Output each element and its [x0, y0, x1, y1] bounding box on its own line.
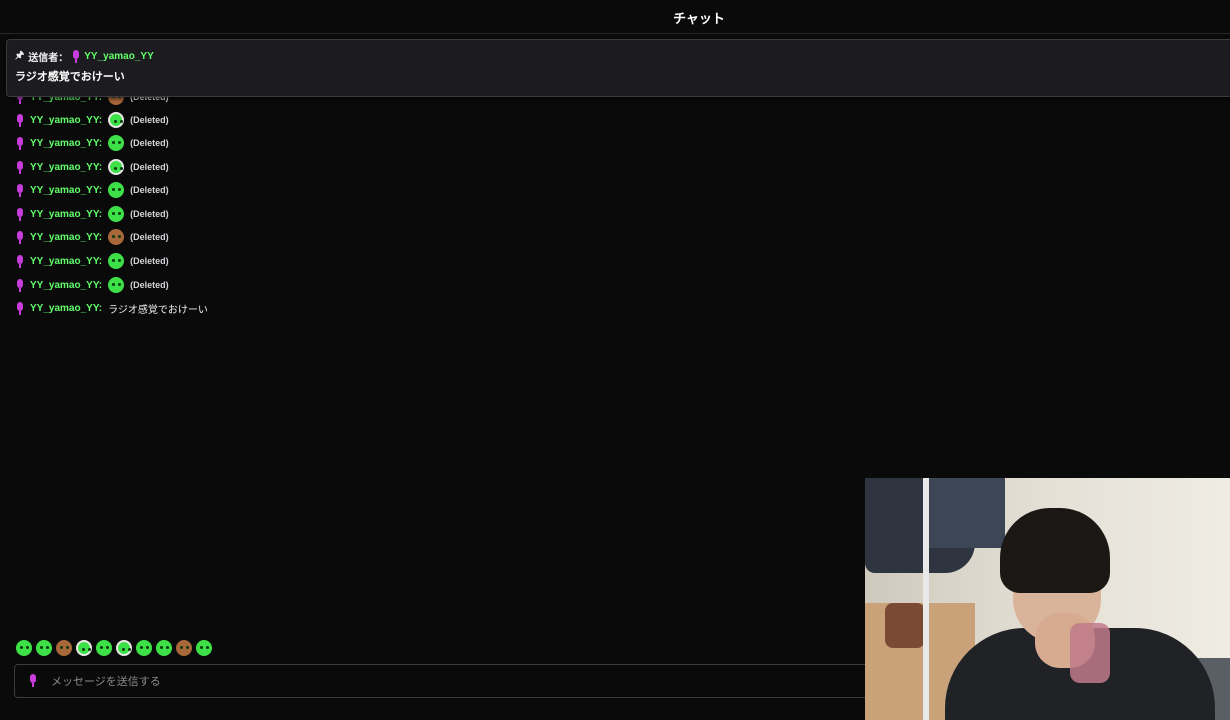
mic-icon	[16, 278, 24, 292]
webcam-jacket	[925, 478, 1005, 548]
mic-icon	[16, 113, 24, 127]
mic-icon[interactable]	[29, 674, 37, 687]
webcam-bag	[885, 603, 925, 648]
green-blob-emote-icon[interactable]	[16, 640, 32, 656]
chat-message: YY_yamao_YY: (Deleted)	[16, 204, 169, 224]
brown-emote-icon[interactable]	[56, 640, 72, 656]
chat-message: YY_yamao_YY: (Deleted)	[16, 227, 169, 247]
chat-message: YY_yamao_YY: (Deleted)	[16, 133, 169, 153]
mic-icon	[16, 207, 24, 221]
mic-icon	[72, 50, 80, 63]
mic-icon	[16, 254, 24, 268]
mic-icon	[16, 160, 24, 174]
green-blob-emote-icon	[108, 182, 125, 198]
mic-icon	[16, 230, 24, 244]
green-blob-emote-icon[interactable]	[156, 640, 172, 656]
chat-deleted-text: (Deleted)	[130, 138, 169, 148]
webcam-video	[865, 478, 1230, 720]
chat-username[interactable]: YY_yamao_YY:	[30, 115, 102, 126]
green-blob-emote-icon	[108, 277, 125, 293]
chat-username[interactable]: YY_yamao_YY:	[30, 303, 102, 314]
chat-message: YY_yamao_YY: (Deleted)	[16, 110, 169, 130]
chat-header: チャット	[0, 0, 1230, 34]
mic-icon	[16, 136, 24, 150]
chat-deleted-text: (Deleted)	[130, 232, 169, 242]
chat-input[interactable]	[51, 673, 831, 691]
pinned-header: 🖈 送信者： YY_yamao_YY	[15, 48, 154, 65]
green-blob-emote-icon[interactable]	[136, 640, 152, 656]
mic-icon	[16, 183, 24, 197]
chat-message-text: ラジオ感覚でおけーい	[108, 304, 208, 316]
chat-deleted-text: (Deleted)	[130, 280, 169, 290]
chat-message: YY_yamao_YY: (Deleted)	[16, 157, 169, 177]
chat-username[interactable]: YY_yamao_YY:	[30, 162, 102, 173]
pinned-message[interactable]: 🖈 送信者： YY_yamao_YY ラジオ感覚でおけーい	[6, 39, 1230, 97]
chat-username[interactable]: YY_yamao_YY:	[30, 256, 102, 267]
pinned-username[interactable]: YY_yamao_YY	[84, 51, 154, 62]
chat-deleted-text: (Deleted)	[130, 162, 169, 172]
chat-message: YY_yamao_YY: (Deleted)	[16, 251, 169, 271]
pinned-message-text: ラジオ感覚でおけーい	[15, 71, 125, 83]
green-blob-emote-icon	[108, 135, 125, 151]
green-blob-emote-icon[interactable]	[196, 640, 212, 656]
green-blob-emote-icon	[108, 206, 125, 222]
chat-username[interactable]: YY_yamao_YY:	[30, 232, 102, 243]
chat-message: YY_yamao_YY: ラジオ感覚でおけーい	[16, 298, 208, 318]
chat-username[interactable]: YY_yamao_YY:	[30, 185, 102, 196]
chat-username[interactable]: YY_yamao_YY:	[30, 138, 102, 149]
green-blob-emote-icon	[108, 253, 125, 269]
chat-input-box	[14, 664, 874, 698]
chat-deleted-text: (Deleted)	[130, 256, 169, 266]
pinned-sender-label: 送信者：	[28, 53, 69, 64]
green-blob-emote-icon[interactable]	[36, 640, 52, 656]
chat-title: チャット	[673, 11, 725, 26]
green-blob-emote-icon[interactable]	[116, 640, 132, 656]
brown-emote-icon	[108, 229, 125, 245]
green-blob-emote-icon	[108, 159, 125, 175]
brown-emote-icon[interactable]	[176, 640, 192, 656]
mic-icon	[16, 301, 24, 315]
chat-deleted-text: (Deleted)	[130, 209, 169, 219]
chat-deleted-text: (Deleted)	[130, 185, 169, 195]
chat-message: YY_yamao_YY: (Deleted)	[16, 275, 169, 295]
chat-deleted-text: (Deleted)	[130, 115, 169, 125]
webcam-mask	[1070, 623, 1110, 683]
chat-username[interactable]: YY_yamao_YY:	[30, 280, 102, 291]
webcam-person-hair	[1000, 508, 1110, 593]
webcam-pole	[923, 478, 929, 720]
chat-message: YY_yamao_YY: (Deleted)	[16, 180, 169, 200]
green-blob-emote-icon[interactable]	[76, 640, 92, 656]
emote-bar	[16, 640, 212, 656]
chat-username[interactable]: YY_yamao_YY:	[30, 209, 102, 220]
green-blob-emote-icon[interactable]	[96, 640, 112, 656]
green-blob-emote-icon	[108, 112, 125, 128]
pin-icon: 🖈	[15, 50, 25, 61]
